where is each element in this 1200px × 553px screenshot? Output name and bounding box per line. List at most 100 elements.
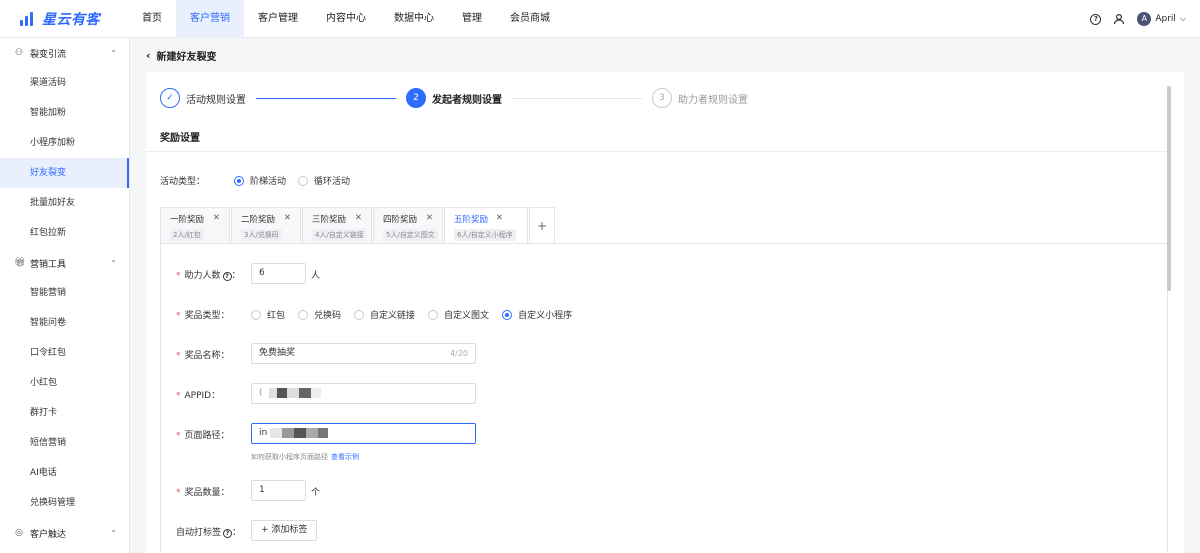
radio-unchecked-icon — [428, 309, 439, 320]
appid-label-row: * APPID： — [176, 388, 220, 401]
chevron-down-icon: ⌵ — [1179, 14, 1186, 23]
redacted-block — [287, 387, 300, 398]
char-counter: 4/20 — [450, 349, 468, 358]
sidebar-item-batch-add-friends[interactable]: 批量加好友 — [0, 188, 129, 218]
close-icon[interactable]: ✕ — [213, 213, 220, 223]
chevron-up-icon: ⌃ — [110, 258, 117, 268]
nav-customer-marketing[interactable]: 客户营销 — [176, 0, 244, 38]
redacted-block — [299, 387, 312, 398]
step-connector — [256, 98, 396, 99]
user-group-icon[interactable] — [1113, 13, 1125, 25]
sidebar-item-friend-fission[interactable]: 好友裂变 — [0, 158, 129, 188]
close-icon[interactable]: ✕ — [426, 213, 433, 223]
colon: ： — [232, 528, 242, 538]
radio-redeem-code[interactable]: 兑换码 — [298, 308, 341, 321]
sidebar-item-redeem-code[interactable]: 兑换码管理 — [0, 488, 129, 518]
prize-qty-label: 奖品数量 — [184, 488, 221, 498]
prize-qty-label-row: * 奖品数量： — [176, 485, 230, 498]
sidebar-section-label: 客户触达 — [30, 529, 67, 540]
sidebar-item-miniprogram-add-fans[interactable]: 小程序加粉 — [0, 128, 129, 158]
required-mark: * — [176, 351, 181, 361]
step-label: 活动规则设置 — [186, 94, 246, 106]
sidebar-section-customer-reach[interactable]: ◎ 客户触达 ⌃ — [0, 518, 129, 548]
tab-label: 二阶奖励 — [241, 215, 276, 225]
page-path-value: in — [259, 428, 268, 438]
back-arrow-icon[interactable]: ‹ — [146, 49, 151, 62]
vertical-scrollbar[interactable] — [1167, 86, 1171, 291]
appid-value: ( — [259, 388, 263, 398]
activity-type-radios: 阶梯活动 循环活动 — [234, 174, 350, 187]
sidebar-item-password-red-packet[interactable]: 口令红包 — [0, 338, 129, 368]
required-mark: * — [176, 391, 181, 401]
sidebar-section-label: 裂变引流 — [30, 49, 67, 60]
question-circle-icon[interactable]: ? — [223, 529, 233, 538]
question-circle-icon[interactable]: ? — [1090, 13, 1102, 25]
page-path-label-row: * 页面路径： — [176, 428, 230, 441]
nav-data-center[interactable]: 数据中心 — [380, 0, 448, 38]
tab-tier-4[interactable]: 四阶奖励 ✕ 5人/自定义图文 — [373, 207, 443, 244]
nav-member-mall[interactable]: 会员商城 — [496, 0, 564, 38]
prize-qty-input[interactable]: 1 — [251, 480, 306, 501]
helpers-count-input[interactable]: 6 — [251, 263, 306, 284]
appid-input[interactable]: ( — [251, 383, 476, 404]
top-navigation-bar: 星云有客 首页 客户营销 客户管理 内容中心 数据中心 管理 会员商城 ? A … — [0, 0, 1200, 38]
view-example-link[interactable]: 查看示例 — [331, 453, 359, 461]
sidebar-item-red-packet-new[interactable]: 红包拉新 — [0, 218, 129, 248]
radio-red-packet[interactable]: 红包 — [251, 308, 285, 321]
radio-custom-article[interactable]: 自定义图文 — [428, 308, 489, 321]
sidebar-item-ai-call[interactable]: AI电话 — [0, 458, 129, 488]
radio-label: 自定义链接 — [370, 311, 416, 321]
sidebar-item-group-checkin[interactable]: 群打卡 — [0, 398, 129, 428]
redacted-block — [311, 387, 322, 398]
radio-unchecked-icon — [298, 175, 309, 186]
sidebar-item-smart-survey[interactable]: 智能问卷 — [0, 308, 129, 338]
colon: ： — [220, 431, 230, 441]
user-menu[interactable]: A April ⌵ — [1137, 12, 1186, 26]
prize-type-radios: 红包 兑换码 自定义链接 自定义图文 自定义小程序 — [251, 308, 572, 321]
tab-sub-label: 4人/自定义链接 — [312, 229, 367, 241]
radio-ladder-activity[interactable]: 阶梯活动 — [234, 174, 286, 187]
tab-label: 三阶奖励 — [312, 215, 347, 225]
colon: ： — [220, 488, 230, 498]
nav-home[interactable]: 首页 — [128, 0, 176, 38]
sidebar-item-channel-code[interactable]: 渠道活码 — [0, 68, 129, 98]
prize-type-label: 奖品类型 — [184, 311, 221, 321]
nav-content-center[interactable]: 内容中心 — [312, 0, 380, 38]
sidebar-section-marketing-tools[interactable]: 🎁︎ 营销工具 ⌃ — [0, 248, 129, 278]
brand-name: 星云有客 — [42, 11, 100, 28]
sidebar-section-fission[interactable]: ⚇ 裂变引流 ⌃ — [0, 38, 129, 68]
radio-custom-link[interactable]: 自定义链接 — [354, 308, 415, 321]
sidebar-item-small-red-packet[interactable]: 小红包 — [0, 368, 129, 398]
sidebar-item-smart-add-fans[interactable]: 智能加粉 — [0, 98, 129, 128]
tab-tier-1[interactable]: 一阶奖励 ✕ 2人/红包 — [160, 207, 230, 244]
nav-management[interactable]: 管理 — [448, 0, 496, 38]
radio-custom-miniprogram[interactable]: 自定义小程序 — [502, 308, 572, 321]
tab-sub-label: 5人/自定义图文 — [383, 229, 438, 241]
tab-label: 四阶奖励 — [383, 215, 418, 225]
close-icon[interactable]: ✕ — [284, 213, 291, 223]
step-3[interactable]: 3 助力者规则设置 — [652, 88, 748, 108]
prize-name-input[interactable]: 免费抽奖 4/20 — [251, 343, 476, 364]
step-1[interactable]: ✓ 活动规则设置 — [160, 88, 246, 108]
add-tag-button[interactable]: + 添加标签 — [251, 520, 318, 541]
sidebar-item-smart-marketing[interactable]: 智能营销 — [0, 278, 129, 308]
tab-tier-3[interactable]: 三阶奖励 ✕ 4人/自定义链接 — [302, 207, 372, 244]
question-circle-icon[interactable]: ? — [222, 272, 232, 281]
helpers-label: 助力人数 — [184, 271, 221, 281]
close-icon[interactable]: ✕ — [355, 213, 362, 223]
colon: ： — [211, 391, 221, 401]
avatar: A — [1137, 12, 1152, 26]
page-path-input[interactable]: in — [251, 423, 476, 444]
step-label: 助力者规则设置 — [678, 94, 748, 106]
step-number: 3 — [652, 88, 672, 108]
close-icon[interactable]: ✕ — [496, 213, 503, 223]
tab-tier-5[interactable]: 五阶奖励 ✕ 6人/自定义小程序 — [444, 207, 528, 244]
radio-loop-activity[interactable]: 循环活动 — [298, 174, 350, 187]
step-indicator: ✓ 活动规则设置 2 发起者规则设置 3 助力者规则设置 — [160, 88, 780, 108]
sidebar-item-sms-marketing[interactable]: 短信营销 — [0, 428, 129, 458]
brand-logo[interactable]: 星云有客 — [0, 0, 128, 38]
nav-customer-management[interactable]: 客户管理 — [244, 0, 312, 38]
add-tier-button[interactable]: + — [529, 207, 555, 244]
tab-tier-2[interactable]: 二阶奖励 ✕ 3人/兑换码 — [231, 207, 301, 244]
step-2[interactable]: 2 发起者规则设置 — [406, 88, 502, 108]
